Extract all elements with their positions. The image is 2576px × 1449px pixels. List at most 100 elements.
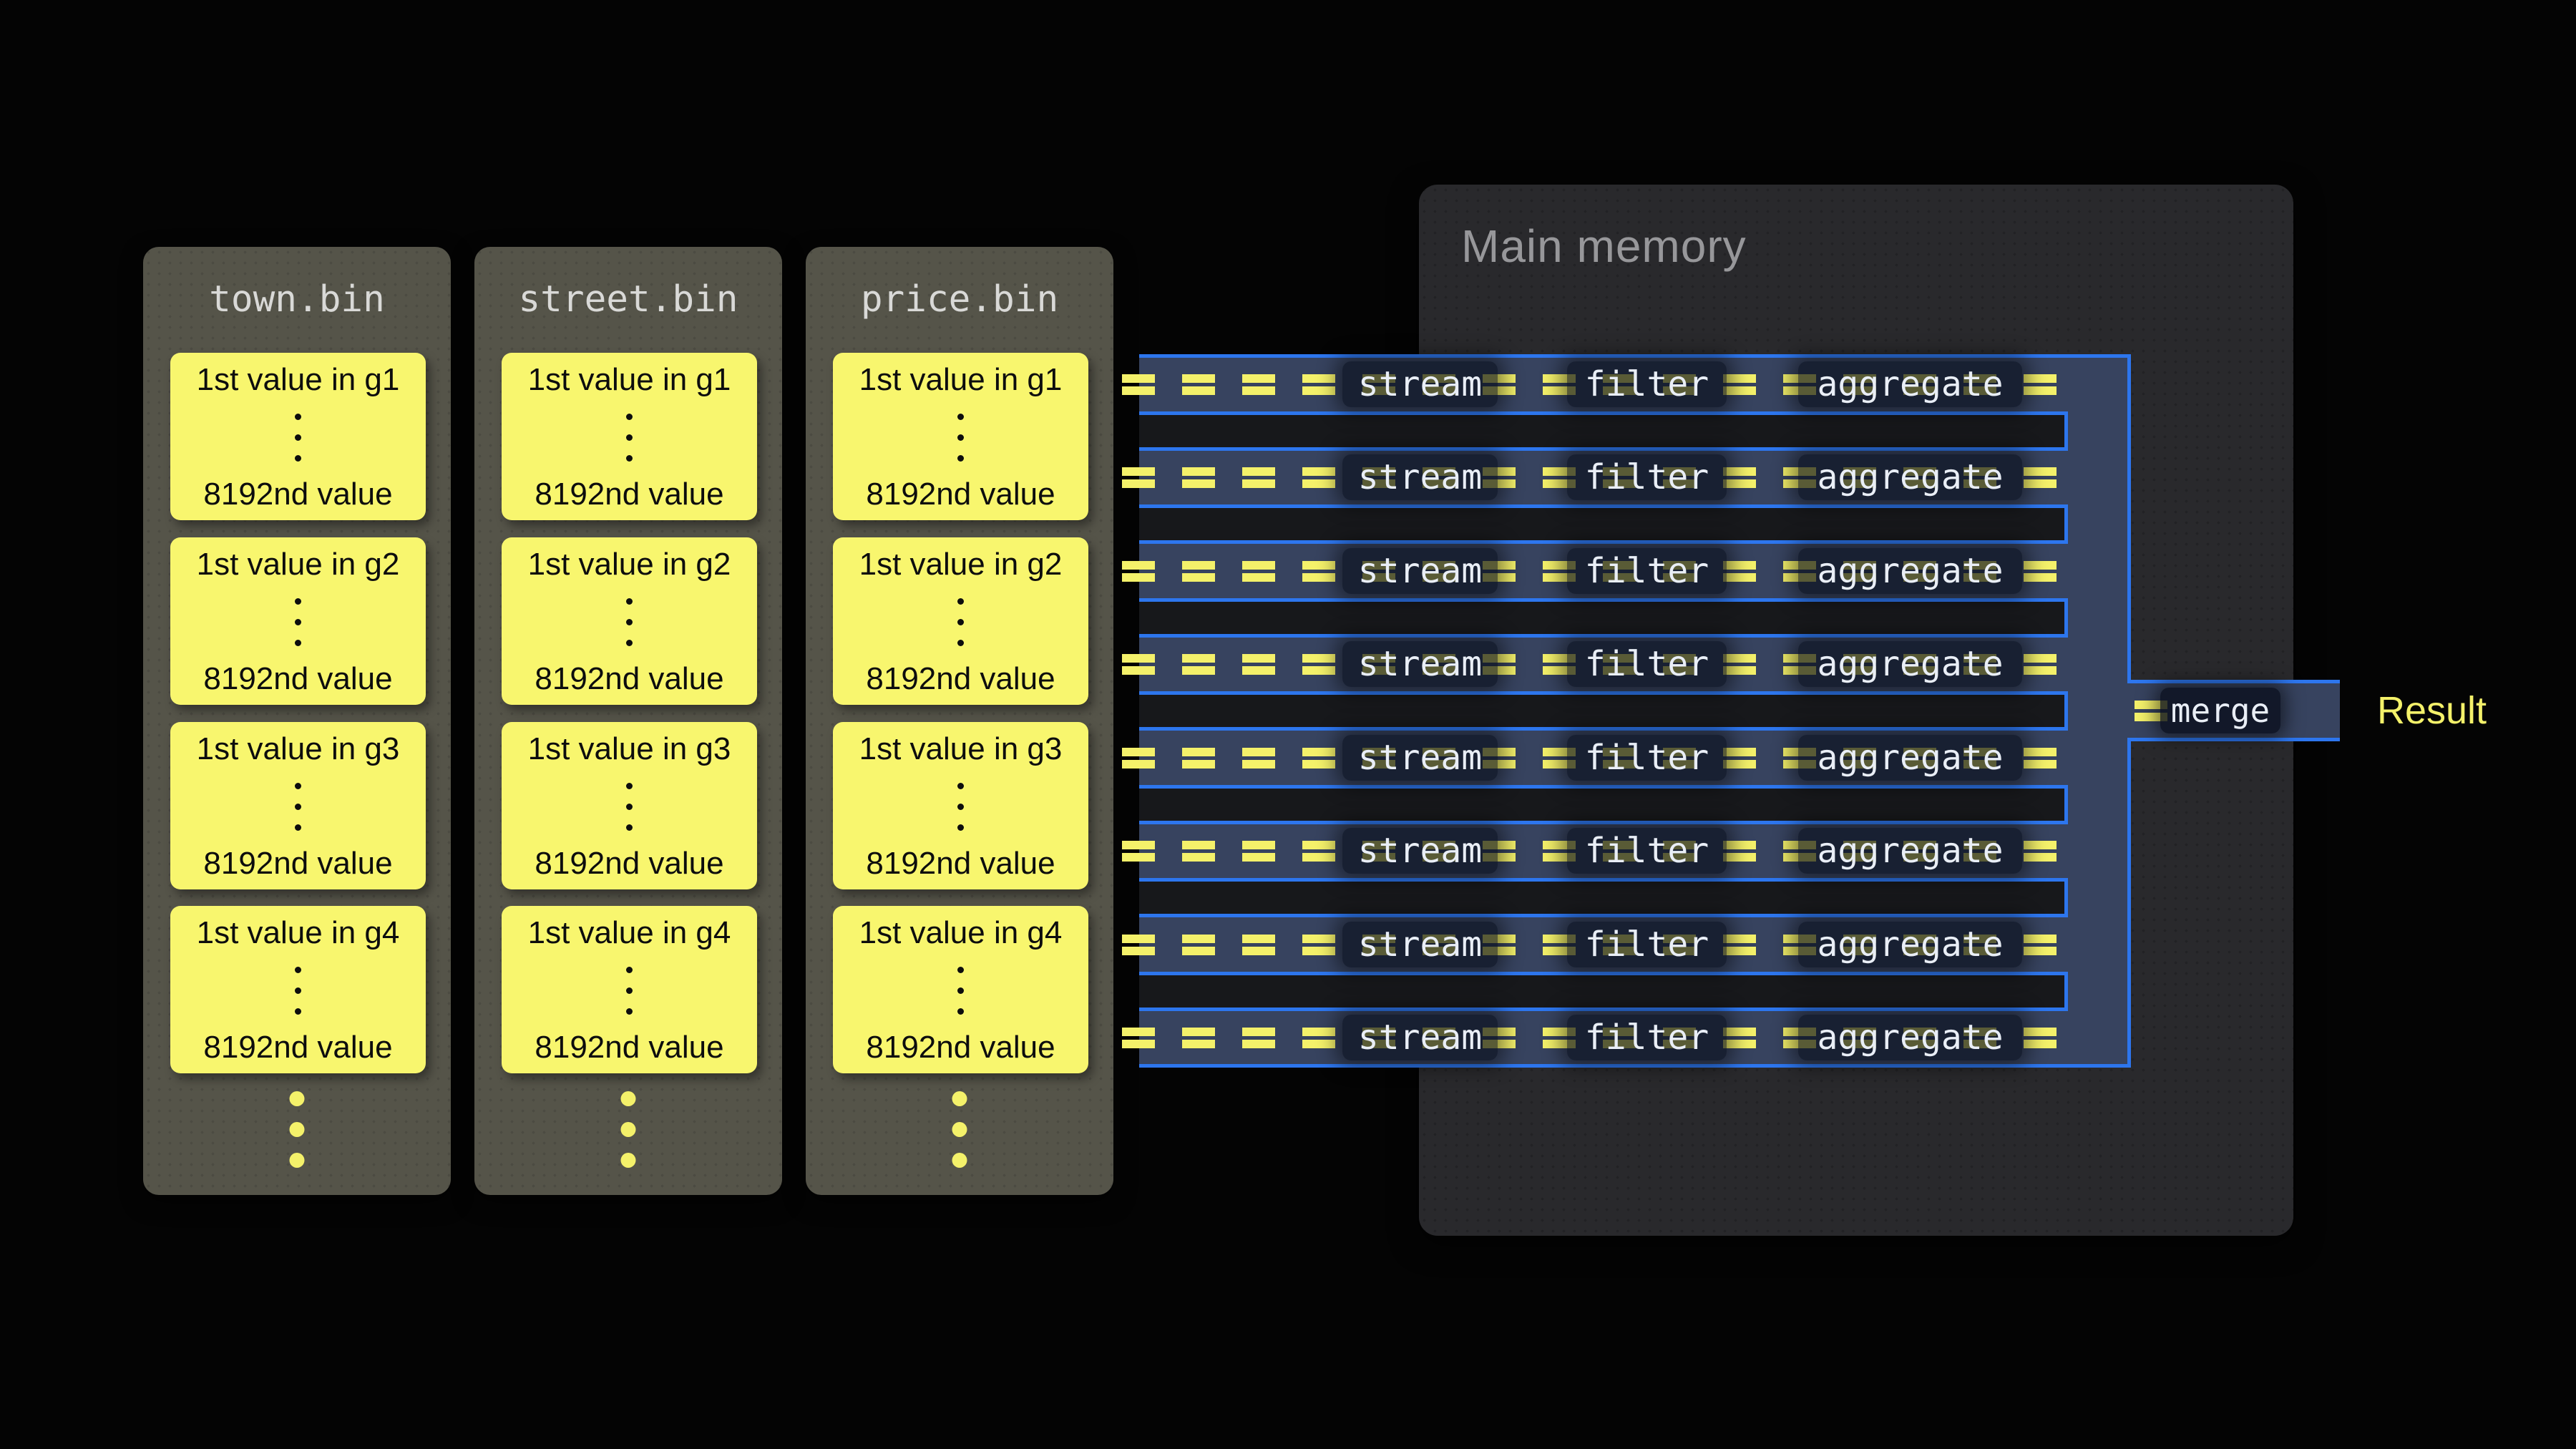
equals-data-icon	[2024, 654, 2057, 675]
block-last-value: 8192nd value	[866, 1032, 1055, 1063]
stage-box-filter: filter	[1567, 828, 1727, 874]
stage-box-filter: filter	[1567, 1015, 1727, 1060]
equals-data-icon	[2024, 1028, 2057, 1048]
block-first-value: 1st value in g4	[197, 917, 400, 949]
value-block: 1st value in g28192nd value	[502, 537, 757, 705]
equals-data-icon	[2024, 935, 2057, 955]
stage-box-stream: stream	[1342, 1015, 1498, 1060]
block-first-value: 1st value in g1	[197, 364, 400, 396]
dot-icon	[290, 1122, 305, 1137]
equals-data-icon	[2024, 748, 2057, 769]
equals-data-icon	[2024, 561, 2057, 582]
block-last-value: 8192nd value	[535, 848, 723, 879]
file-name: town.bin	[143, 281, 451, 318]
vertical-ellipsis-icon	[957, 414, 964, 462]
dot-icon	[952, 1122, 967, 1137]
dot-icon	[621, 1153, 636, 1168]
pipeline-row: streamfilteraggregate	[1122, 354, 2074, 415]
pipeline-gap	[1139, 972, 2068, 1011]
equals-data-icon	[1182, 654, 1215, 675]
stage-box-filter: filter	[1567, 548, 1727, 594]
block-first-value: 1st value in g2	[859, 549, 1063, 580]
pipeline-right-border-upper	[2127, 354, 2131, 680]
equals-data-icon	[1723, 374, 1756, 395]
pipeline-gap	[1139, 598, 2068, 638]
vertical-ellipsis-icon	[295, 967, 301, 1015]
equals-data-icon	[1723, 467, 1756, 488]
dot-icon	[295, 967, 301, 973]
block-last-value: 8192nd value	[203, 848, 392, 879]
stage-box-aggregate: aggregate	[1798, 1015, 2022, 1060]
block-first-value: 1st value in g3	[528, 733, 731, 765]
equals-data-icon	[1242, 1028, 1275, 1048]
stage-box-filter: filter	[1567, 454, 1727, 500]
dot-icon	[957, 414, 964, 420]
value-block: 1st value in g28192nd value	[170, 537, 426, 705]
stage-box-stream: stream	[1342, 361, 1498, 407]
dot-icon	[290, 1153, 305, 1168]
block-last-value: 8192nd value	[535, 479, 723, 510]
pipeline-row: streamfilteraggregate	[1122, 821, 2074, 882]
stage-box-filter: filter	[1567, 735, 1727, 781]
dot-icon	[957, 804, 964, 810]
equals-data-icon	[1182, 748, 1215, 769]
block-last-value: 8192nd value	[535, 1032, 723, 1063]
more-groups-ellipsis-icon	[621, 1091, 636, 1168]
dot-icon	[957, 783, 964, 789]
vertical-ellipsis-icon	[295, 414, 301, 462]
equals-data-icon	[2024, 374, 2057, 395]
main-memory-title: Main memory	[1461, 223, 1747, 269]
equals-data-icon	[1122, 374, 1155, 395]
block-first-value: 1st value in g3	[197, 733, 400, 765]
equals-data-icon	[1723, 654, 1756, 675]
dot-icon	[957, 619, 964, 625]
dot-icon	[295, 619, 301, 625]
stage-box-filter: filter	[1567, 641, 1727, 687]
dot-icon	[957, 987, 964, 994]
block-first-value: 1st value in g3	[859, 733, 1063, 765]
equals-data-icon	[1122, 748, 1155, 769]
equals-data-icon	[1302, 1028, 1335, 1048]
file-card: town.bin1st value in g18192nd value1st v…	[143, 247, 451, 1195]
equals-data-icon	[1182, 935, 1215, 955]
merge-operator-box: merge	[2160, 688, 2280, 733]
value-block: 1st value in g48192nd value	[502, 906, 757, 1073]
equals-data-icon	[1182, 1028, 1215, 1048]
stage-box-stream: stream	[1342, 828, 1498, 874]
block-last-value: 8192nd value	[866, 479, 1055, 510]
dot-icon	[626, 967, 633, 973]
dot-icon	[957, 967, 964, 973]
value-block: 1st value in g18192nd value	[502, 353, 757, 520]
block-first-value: 1st value in g1	[859, 364, 1063, 396]
equals-data-icon	[1302, 654, 1335, 675]
stage-box-stream: stream	[1342, 641, 1498, 687]
vertical-ellipsis-icon	[295, 598, 301, 646]
pipeline-gap	[1139, 785, 2068, 824]
dot-icon	[295, 1008, 301, 1015]
dot-icon	[626, 414, 633, 420]
equals-data-icon	[1242, 374, 1275, 395]
stage-box-aggregate: aggregate	[1798, 922, 2022, 967]
pipeline-row: streamfilteraggregate	[1122, 914, 2074, 975]
block-last-value: 8192nd value	[203, 1032, 392, 1063]
block-last-value: 8192nd value	[866, 848, 1055, 879]
file-name: street.bin	[474, 281, 782, 318]
dot-icon	[952, 1091, 967, 1106]
equals-data-icon	[1242, 467, 1275, 488]
equals-data-icon	[1122, 467, 1155, 488]
result-label: Result	[2377, 691, 2487, 730]
equals-data-icon	[1182, 374, 1215, 395]
stage-box-aggregate: aggregate	[1798, 735, 2022, 781]
dot-icon	[290, 1091, 305, 1106]
vertical-ellipsis-icon	[957, 967, 964, 1015]
dot-icon	[295, 598, 301, 605]
dot-icon	[295, 824, 301, 831]
stage-box-filter: filter	[1567, 922, 1727, 967]
equals-data-icon	[1302, 561, 1335, 582]
value-block: 1st value in g4 8192nd value	[170, 906, 426, 1073]
equals-data-icon	[1122, 654, 1155, 675]
value-block: 1st value in g1 8192nd value	[833, 353, 1088, 520]
dot-icon	[957, 1008, 964, 1015]
diagram-canvas: Main memory merge Result town.bin 1st val…	[0, 0, 2576, 1449]
stage-box-aggregate: aggregate	[1798, 361, 2022, 407]
